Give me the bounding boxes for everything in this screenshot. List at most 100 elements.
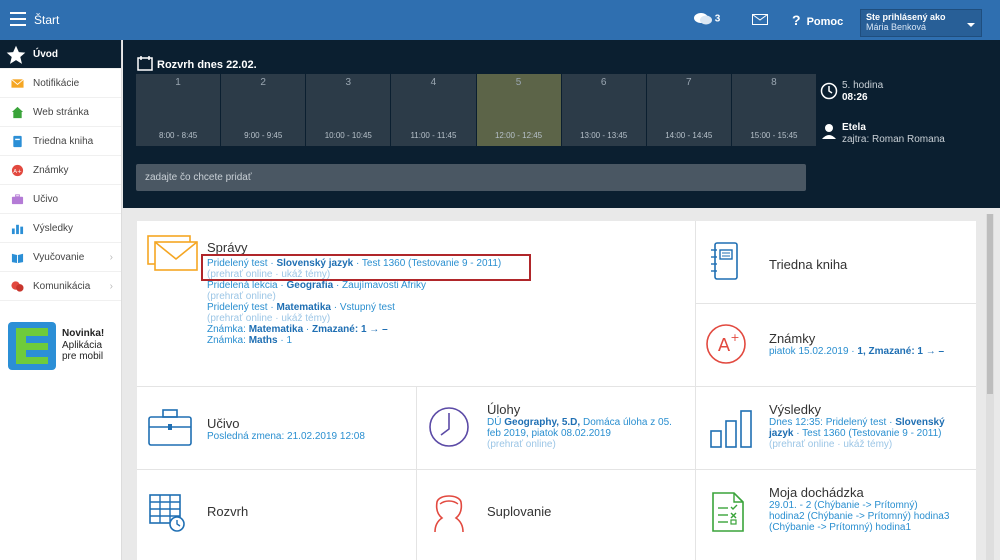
briefcase-icon [11,194,24,205]
messages-button[interactable]: 3 [694,12,720,26]
card-dochadzka[interactable]: Moja dochádzka 29.01. - 2 (Chýbanie -> P… [696,470,976,560]
sidebar-item-notifikacie[interactable]: Notifikácie [0,69,121,98]
user-status-label: Ste prihlásený ako [866,12,946,22]
message-item[interactable]: Pridelená lekcia · Geografia · Zaujímavo… [207,280,687,291]
schedule-title: Rozvrh dnes 22.02. [137,55,257,71]
star-icon [6,45,26,64]
result-links[interactable]: (prehrať online · ukáž témy) [769,439,974,450]
card-ulohy[interactable]: Úlohy DÚ Geography, 5.D, Domáca úloha z … [417,387,695,469]
sidebar-item-znamky[interactable]: A+ Známky [0,156,121,185]
slot-number: 8 [771,77,777,88]
scrollbar-thumb[interactable] [987,214,993,394]
text: Pridelený test · [207,302,277,313]
message-item[interactable]: Známka: Matematika · Zmazané: 1 → – [207,324,687,335]
sidebar-item-komunikacia[interactable]: Komunikácia › [0,272,121,301]
grade-icon: A+ [706,324,746,364]
task-links[interactable]: (prehrať online) [487,439,692,450]
hamburger-menu-icon[interactable] [10,12,26,26]
lesson-slot[interactable]: 3 10:00 - 10:45 [306,74,392,146]
envelope-icon [147,235,198,271]
user-icon [822,124,836,139]
bar-chart-icon [710,410,752,448]
card-triedna-kniha[interactable]: Triedna kniha [696,221,976,303]
message-links[interactable]: (prehrať online · ukáž témy) [207,313,687,324]
slot-time: 9:00 - 9:45 [244,131,283,140]
grade: Zmazané: 1 → – [312,324,388,335]
svg-text:A: A [718,335,731,356]
person-note: zajtra: Roman Romana [842,134,945,145]
text: Známka: [207,324,249,335]
text: Pridelená lekcia · [207,280,287,291]
card-title: Moja dochádzka [769,485,864,500]
grade-icon: A+ [11,164,24,177]
user-name: Mária Benková [866,22,927,32]
card-title: Triedna kniha [769,257,848,272]
slot-number: 3 [345,77,352,88]
sidebar-item-label: Triedna kniha [33,136,94,147]
bar-chart-icon [11,224,24,235]
text: · 1 [277,335,293,346]
card-title: Výsledky [769,402,822,417]
result-line[interactable]: Dnes 12:35: Pridelený test · Slovenský [769,417,974,428]
attendance-line: hodina2 (Chýbanie -> Prítomný) hodina3 [769,511,950,522]
sidebar-item-uvod[interactable]: Úvod [0,40,121,69]
edupage-logo-icon [8,322,56,370]
card-vysledky[interactable]: Výsledky Dnes 12:35: Pridelený test · Sl… [696,387,976,469]
slot-time: 11:00 - 11:45 [410,131,457,140]
card-spravy[interactable]: Správy Pridelený test · Slovenský jazyk … [137,221,695,386]
card-ucivo[interactable]: Učivo Posledná zmena: 21.02.2019 12:08 [137,387,416,469]
lesson-slot[interactable]: 7 14:00 - 14:45 [646,74,732,146]
add-item-input[interactable] [136,164,806,191]
chevron-right-icon: › [109,281,113,292]
card-znamky[interactable]: A + Známky piatok 15.02.2019 · 1, Zmazané… [696,304,976,386]
mobile-app-promo[interactable]: Novinka! Aplikácia pre mobil [8,322,114,372]
lesson-slot[interactable]: 4 11:00 - 11:45 [391,74,477,146]
text: · Test 1360 (Testovanie 9 - 2011) [793,428,942,439]
message-item[interactable]: Známka: Maths · 1 [207,335,687,346]
subject: Geography, 5.D, [504,417,581,428]
promo-title: Novinka! [62,328,105,339]
messages-count: 3 [714,13,721,25]
sidebar-item-vyucovanie[interactable]: Vyučovanie › [0,243,121,272]
schedule-title-text: Rozvrh dnes 22.02. [157,59,257,71]
lesson-slot-current[interactable]: 5 12:00 - 12:45 [476,74,562,146]
promo-line: pre mobil [62,351,104,362]
message-item[interactable]: Pridelený test · Matematika · Vstupný te… [207,302,687,313]
text: Domáca úloha z 05. [580,417,672,428]
lesson-slot[interactable]: 6 13:00 - 13:45 [561,74,647,146]
slot-time: 8:00 - 8:45 [158,131,198,140]
text: Dnes 12:35: Pridelený test · [769,417,896,428]
text: DÚ [487,417,505,428]
mail-button[interactable] [752,14,768,28]
slot-time: 15:00 - 15:45 [750,131,798,140]
sidebar-item-triedna-kniha[interactable]: Triedna kniha [0,127,121,156]
page-scrollbar[interactable] [986,214,994,560]
card-suplovanie[interactable]: Suplovanie [417,470,695,560]
message-links[interactable]: (prehrať online) [207,291,687,302]
book-icon [13,135,22,148]
sidebar-item-web-stranka[interactable]: Web stránka [0,98,121,127]
task-line[interactable]: DÚ Geography, 5.D, Domáca úloha z 05. [487,417,692,428]
promo-text: Aplikácia pre mobil [62,340,103,362]
promo-line: Aplikácia [62,340,103,351]
slot-time: 12:00 - 12:45 [494,131,543,140]
sidebar-item-vysledky[interactable]: Výsledky [0,214,121,243]
lesson-slot[interactable]: 2 9:00 - 9:45 [221,74,307,146]
task-line: feb 2019, piatok 08.02.2019 [487,428,611,439]
person-name: Etela [842,122,866,133]
card-title: Úlohy [487,402,521,417]
lesson-slot[interactable]: 8 15:00 - 15:45 [731,74,816,146]
card-rozvrh[interactable]: Rozvrh [137,470,416,560]
user-dropdown[interactable]: Ste prihlásený ako Mária Benková [860,9,982,37]
grade: 1, Zmazané: 1 → – [857,346,945,357]
card-title: Známky [769,331,816,346]
lesson-slot[interactable]: 1 8:00 - 8:45 [136,74,222,146]
chat-bubbles-icon [694,13,712,25]
result-line[interactable]: jazyk · Test 1360 (Testovanie 9 - 2011) [769,428,974,439]
attendance-line: 29.01. - 2 (Chýbanie -> Prítomný) [769,500,918,511]
help-button[interactable]: ? Pomoc [792,12,843,28]
app-title[interactable]: Štart [34,13,59,27]
sidebar-item-ucivo[interactable]: Učivo [0,185,121,214]
slot-time: 13:00 - 13:45 [580,131,628,140]
slot-number: 4 [430,77,437,88]
